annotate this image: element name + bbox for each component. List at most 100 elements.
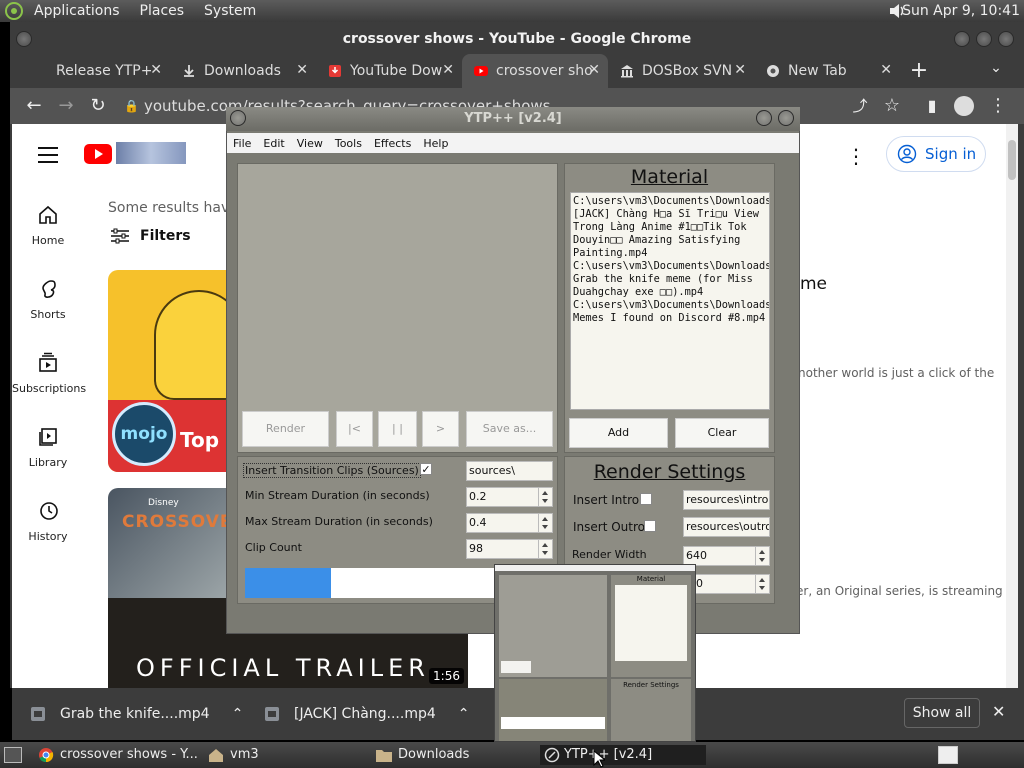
share-icon[interactable]: ⤴	[848, 88, 872, 124]
result-title-1[interactable]: me	[800, 274, 827, 294]
workspace-switcher[interactable]	[938, 746, 958, 764]
menu-view[interactable]: View	[291, 137, 329, 150]
play-button[interactable]: >	[422, 411, 459, 447]
show-desktop-icon[interactable]	[4, 747, 22, 763]
show-all-button[interactable]: Show all	[904, 698, 980, 728]
settings-menu-icon[interactable]: ⋮	[846, 144, 866, 168]
save-as-button[interactable]: Save as...	[466, 411, 553, 447]
close-icon[interactable]: ✕	[442, 62, 454, 78]
download-item-2[interactable]: [JACK] Chàng....mp4 ⌃	[262, 700, 482, 728]
profile-avatar-icon[interactable]	[954, 96, 974, 116]
taskbar: crossover shows - Y... vm3 Downloads YTP…	[0, 742, 1024, 768]
page-scrollbar[interactable]	[1006, 124, 1018, 688]
ytp-window-menu-button[interactable]	[230, 110, 246, 126]
close-window-button[interactable]	[998, 31, 1014, 47]
close-icon[interactable]: ✕	[880, 62, 892, 78]
close-icon[interactable]: ✕	[588, 62, 600, 78]
menu-edit[interactable]: Edit	[257, 137, 290, 150]
menu-tools[interactable]: Tools	[329, 137, 368, 150]
sidebar-item-shorts[interactable]: Shorts	[12, 278, 84, 321]
forward-icon[interactable]: →	[54, 88, 78, 124]
tab-release-ytp[interactable]: Release YTP+ ✕	[44, 54, 170, 88]
maximize-button[interactable]	[976, 31, 992, 47]
youtube-logo-icon[interactable]	[84, 144, 112, 164]
filters-button[interactable]: Filters	[110, 226, 210, 246]
chevron-up-icon[interactable]: ⌃	[232, 706, 244, 722]
max-duration-spinner[interactable]	[538, 514, 550, 532]
transition-clips-label[interactable]: Insert Transition Clips (Sources)	[243, 463, 421, 478]
new-tab-button[interactable]: +	[906, 58, 932, 84]
minimize-button[interactable]	[954, 31, 970, 47]
menu-applications[interactable]: Applications	[24, 0, 130, 22]
menu-file[interactable]: File	[227, 137, 257, 150]
result-thumbnail-1[interactable]: mojo Top	[108, 270, 226, 472]
transition-clips-path-input[interactable]: sources\	[466, 461, 553, 481]
task-chrome[interactable]: crossover shows - Y...	[36, 745, 200, 765]
download-filename: [JACK] Chàng....mp4	[294, 706, 436, 722]
tab-youtube-downloader[interactable]: YouTube Dow ✕	[316, 54, 462, 88]
folder-icon	[376, 750, 392, 762]
tab-dosbox-svn[interactable]: DOSBox SVN ✕	[608, 54, 754, 88]
window-preview-thumbnail[interactable]: Material Render Settings	[494, 564, 696, 742]
ytp-minimize-button[interactable]	[756, 110, 772, 126]
ytp-close-button[interactable]	[778, 110, 794, 126]
chrome-menu-icon[interactable]: ⋮	[986, 88, 1010, 124]
lock-icon[interactable]: 🔒	[124, 92, 139, 120]
download-item-1[interactable]: Grab the knife....mp4 ⌃	[28, 700, 248, 728]
sign-in-button[interactable]: Sign in	[886, 136, 986, 172]
preview-render-heading: Render Settings	[623, 681, 679, 689]
clear-button[interactable]: Clear	[675, 418, 769, 448]
tab-crossover-shows[interactable]: crossover sho ✕	[462, 54, 608, 88]
material-line: Douyin□□ Amazing Satisfying	[573, 234, 741, 246]
pause-button[interactable]: | |	[378, 411, 417, 447]
side-panel-icon[interactable]: ▮	[920, 88, 944, 124]
task-ytp[interactable]: YTP++ [v2.4]	[540, 745, 706, 765]
dosbox-favicon-icon	[621, 65, 633, 78]
tab-downloads[interactable]: Downloads ✕	[170, 54, 316, 88]
bookmark-star-icon[interactable]: ☆	[880, 88, 904, 124]
panel-clock[interactable]: Sun Apr 9, 10:41	[902, 0, 1020, 22]
seek-start-button[interactable]: |<	[336, 411, 373, 447]
min-duration-spinner[interactable]	[538, 488, 550, 506]
menu-help[interactable]: Help	[417, 137, 454, 150]
menu-effects[interactable]: Effects	[368, 137, 417, 150]
transition-clips-checkbox[interactable]: ✓	[420, 463, 432, 475]
doodle-logo[interactable]	[116, 142, 186, 164]
result-description-1: nother world is just a click of the	[798, 366, 995, 380]
chevron-up-icon[interactable]: ⌃	[458, 706, 470, 722]
intro-path-input[interactable]: resources\intro.	[683, 490, 770, 510]
sidebar-item-subscriptions[interactable]: Subscriptions	[12, 352, 86, 395]
gnome-foot-icon[interactable]	[4, 1, 24, 21]
insert-outro-checkbox[interactable]	[644, 520, 656, 532]
tab-new-tab[interactable]: New Tab ✕	[754, 54, 900, 88]
sidebar-item-home[interactable]: Home	[12, 204, 84, 247]
hamburger-menu-icon[interactable]	[38, 146, 58, 163]
home-folder-icon	[209, 749, 223, 762]
menu-places[interactable]: Places	[130, 0, 195, 22]
insert-intro-checkbox[interactable]	[640, 493, 652, 505]
material-line: C:\users\vm3\Documents\Downloads\	[573, 195, 770, 207]
render-width-spinner[interactable]	[755, 547, 767, 565]
task-downloads[interactable]: Downloads	[374, 745, 534, 765]
outro-path-input[interactable]: resources\outro.	[683, 517, 770, 537]
tab-search-icon[interactable]: ⌄	[986, 60, 1006, 80]
sidebar-item-history[interactable]: History	[12, 500, 84, 543]
tab-label: YouTube Dow	[350, 63, 443, 79]
render-height-spinner[interactable]	[755, 575, 767, 593]
back-icon[interactable]: ←	[22, 88, 46, 124]
reload-icon[interactable]: ↻	[86, 88, 110, 124]
close-icon[interactable]: ✕	[296, 62, 308, 78]
add-button[interactable]: Add	[569, 418, 668, 448]
sidebar-item-library[interactable]: Library	[12, 426, 84, 469]
results-notice: Some results have	[108, 200, 238, 216]
material-list[interactable]: C:\users\vm3\Documents\Downloads\ [JACK]…	[570, 192, 770, 410]
close-icon[interactable]: ✕	[150, 62, 162, 78]
scrollbar-thumb[interactable]	[1008, 140, 1016, 180]
task-vm3[interactable]: vm3	[206, 745, 366, 765]
close-icon[interactable]: ✕	[734, 62, 746, 78]
material-line: Duahgchay exe □□).mp4	[573, 286, 704, 298]
clip-count-spinner[interactable]	[538, 540, 550, 558]
menu-system[interactable]: System	[194, 0, 266, 22]
render-button[interactable]: Render	[242, 411, 329, 447]
close-shelf-icon[interactable]: ✕	[992, 702, 1005, 721]
